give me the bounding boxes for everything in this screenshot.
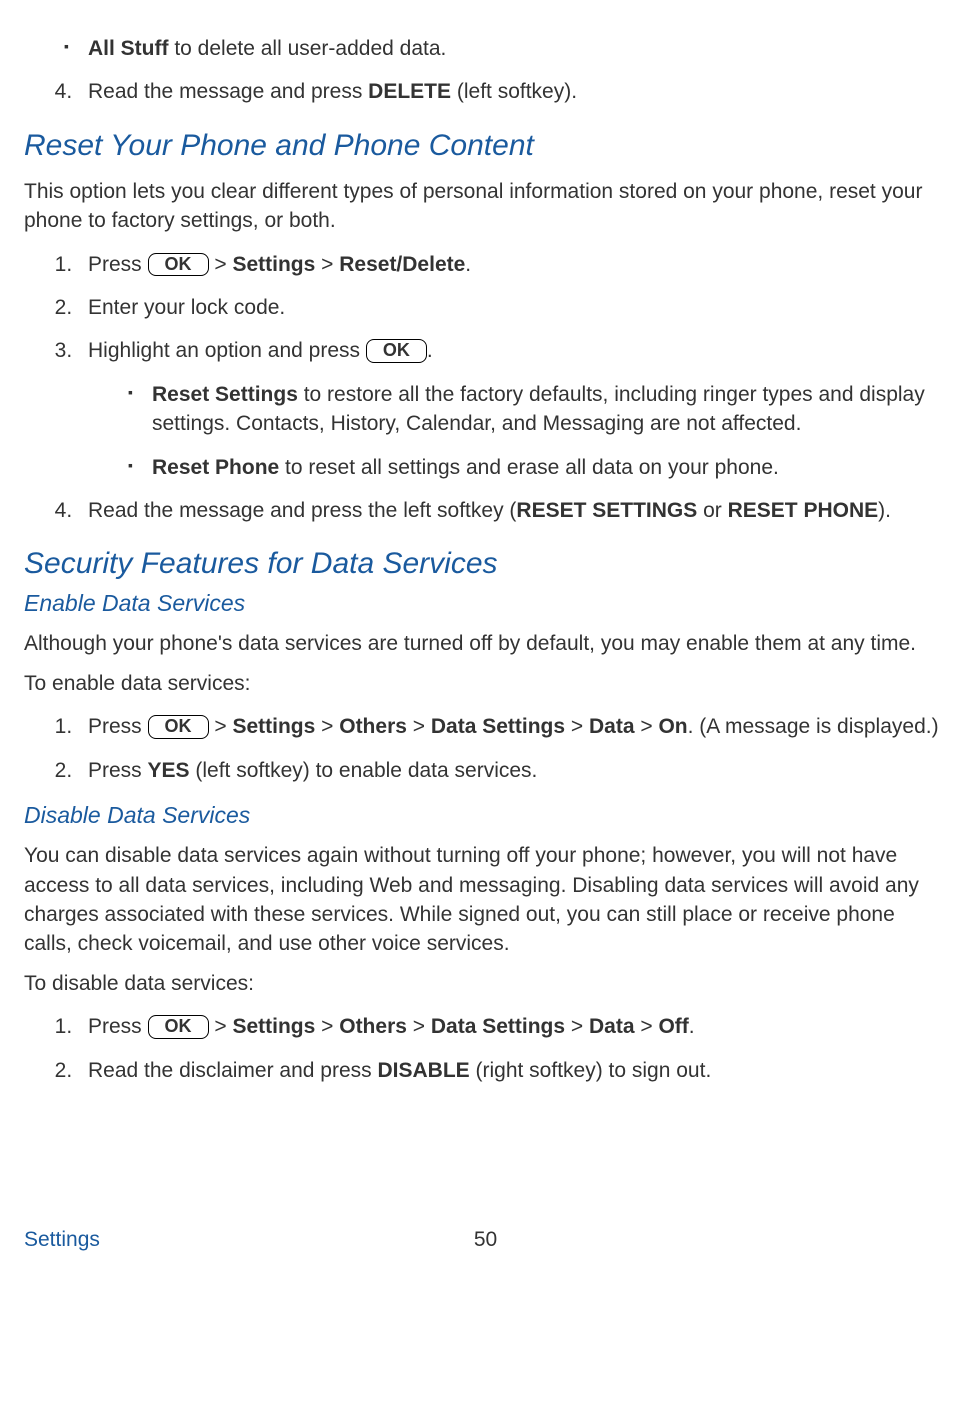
r1c: > — [315, 253, 339, 276]
r1bold1: Settings — [232, 253, 315, 276]
reset-step-1: Press OK > Settings > Reset/Delete. — [78, 250, 947, 279]
r1d: . — [465, 253, 471, 276]
d1bold4: Data — [589, 1015, 635, 1038]
ok-button-icon: OK — [148, 715, 209, 739]
bullet-all-stuff: All Stuff to delete all user-added data. — [66, 34, 947, 63]
d1f: > — [635, 1015, 659, 1038]
r3a: Highlight an option and press — [88, 339, 366, 362]
e1bold2: Others — [339, 715, 407, 738]
e1f: > — [635, 715, 659, 738]
r4b: ). — [878, 499, 891, 522]
e1g: . (A message is displayed.) — [688, 715, 939, 738]
e2b: (left softkey) to enable data services. — [190, 759, 538, 782]
d1bold3: Data Settings — [431, 1015, 565, 1038]
disable-step-2: Read the disclaimer and press DISABLE (r… — [78, 1056, 947, 1085]
reset-options: Reset Settings to restore all the factor… — [88, 380, 947, 482]
reset-intro: This option lets you clear different typ… — [24, 177, 947, 236]
enable-step-2: Press YES (left softkey) to enable data … — [78, 756, 947, 785]
heading-reset-phone: Reset Your Phone and Phone Content — [24, 125, 947, 167]
e1c: > — [315, 715, 339, 738]
d2a: Read the disclaimer and press — [88, 1059, 377, 1082]
d1c: > — [315, 1015, 339, 1038]
d1b: > — [209, 1015, 233, 1038]
reset-steps: Press OK > Settings > Reset/Delete. Ente… — [24, 250, 947, 526]
r1bold2: Reset/Delete — [339, 253, 465, 276]
enable-step-1: Press OK > Settings > Others > Data Sett… — [78, 712, 947, 741]
r4bold1: RESET SETTINGS — [516, 499, 697, 522]
r4mid: or — [697, 499, 727, 522]
d1bold5: Off — [658, 1015, 688, 1038]
enable-steps: Press OK > Settings > Others > Data Sett… — [24, 712, 947, 785]
e1a: Press — [88, 715, 148, 738]
disable-lead: To disable data services: — [24, 969, 947, 998]
footer-page-number: 50 — [474, 1225, 497, 1254]
rb2rest: to reset all settings and erase all data… — [279, 456, 779, 479]
heading-security-features: Security Features for Data Services — [24, 543, 947, 585]
rb2bold: Reset Phone — [152, 456, 279, 479]
d2b: (right softkey) to sign out. — [470, 1059, 712, 1082]
e1e: > — [565, 715, 589, 738]
e2bold: YES — [148, 759, 190, 782]
r1b: > — [209, 253, 233, 276]
enable-lead: To enable data services: — [24, 669, 947, 698]
t4b: (left softkey). — [451, 80, 577, 103]
d1e: > — [565, 1015, 589, 1038]
t4bold: DELETE — [368, 80, 451, 103]
e1bold4: Data — [589, 715, 635, 738]
top-bullets: All Stuff to delete all user-added data. — [24, 34, 947, 63]
e1bold3: Data Settings — [431, 715, 565, 738]
d1g: . — [689, 1015, 695, 1038]
r4a: Read the message and press the left soft… — [88, 499, 516, 522]
disable-step-1: Press OK > Settings > Others > Data Sett… — [78, 1012, 947, 1041]
d1d: > — [407, 1015, 431, 1038]
disable-intro: You can disable data services again with… — [24, 841, 947, 959]
top-step-4: Read the message and press DELETE (left … — [78, 77, 947, 106]
d1bold1: Settings — [232, 1015, 315, 1038]
ok-button-icon: OK — [148, 253, 209, 277]
t4a: Read the message and press — [88, 80, 368, 103]
footer-section: Settings — [24, 1228, 100, 1251]
r1a: Press — [88, 253, 148, 276]
d1bold2: Others — [339, 1015, 407, 1038]
e1b: > — [209, 715, 233, 738]
option-reset-settings: Reset Settings to restore all the factor… — [130, 380, 947, 439]
heading-disable-data: Disable Data Services — [24, 799, 947, 831]
all-stuff-bold: All Stuff — [88, 37, 168, 60]
d2bold: DISABLE — [377, 1059, 469, 1082]
e1bold1: Settings — [232, 715, 315, 738]
all-stuff-rest: to delete all user-added data. — [168, 37, 446, 60]
enable-intro: Although your phone's data services are … — [24, 629, 947, 658]
r3b: . — [427, 339, 433, 362]
ok-button-icon: OK — [366, 339, 427, 363]
top-steps-continued: Read the message and press DELETE (left … — [24, 77, 947, 106]
rb1bold: Reset Settings — [152, 383, 298, 406]
option-reset-phone: Reset Phone to reset all settings and er… — [130, 453, 947, 482]
heading-enable-data: Enable Data Services — [24, 587, 947, 619]
reset-step-4: Read the message and press the left soft… — [78, 496, 947, 525]
reset-step-3: Highlight an option and press OK. Reset … — [78, 336, 947, 482]
e1d: > — [407, 715, 431, 738]
e1bold5: On — [658, 715, 687, 738]
r4bold2: RESET PHONE — [728, 499, 879, 522]
disable-steps: Press OK > Settings > Others > Data Sett… — [24, 1012, 947, 1085]
d1a: Press — [88, 1015, 148, 1038]
e2a: Press — [88, 759, 148, 782]
ok-button-icon: OK — [148, 1015, 209, 1039]
reset-step-2: Enter your lock code. — [78, 293, 947, 322]
page-footer: Settings 50 — [24, 1225, 947, 1254]
